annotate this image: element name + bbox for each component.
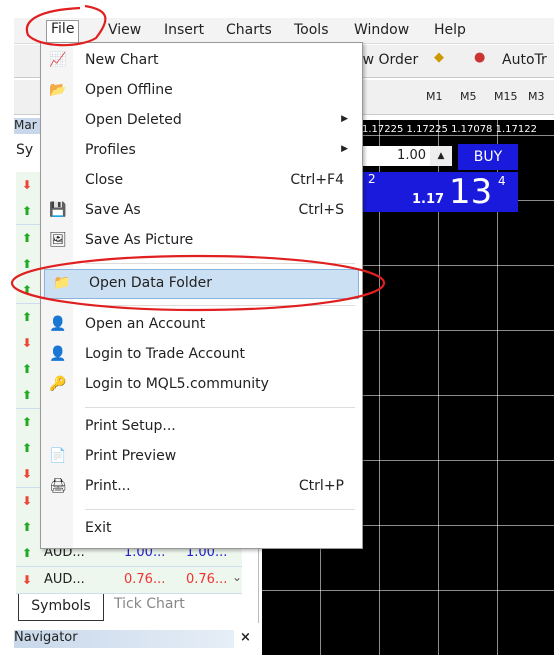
- red-annotations: [10, 4, 386, 312]
- annotation-ellipse-open-data-folder: [10, 254, 386, 312]
- annotation-circle-file: [25, 4, 107, 47]
